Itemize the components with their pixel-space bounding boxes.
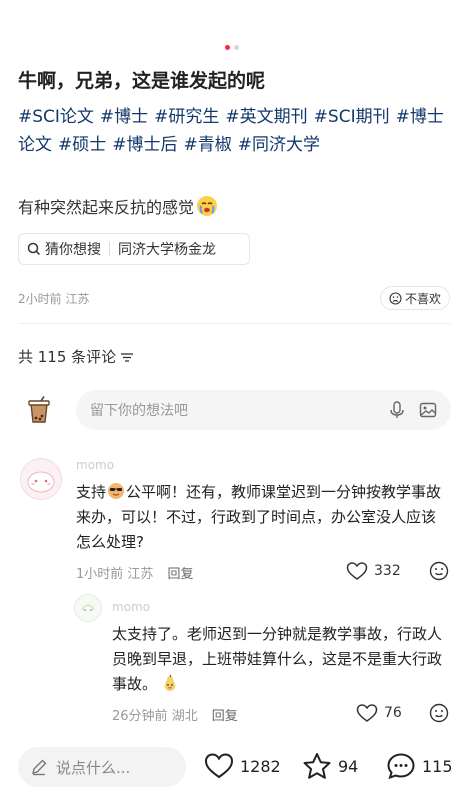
- my-avatar[interactable]: [26, 396, 52, 424]
- commenter-name[interactable]: momo: [112, 600, 150, 614]
- post-body-text: 有种突然起来反抗的感觉: [18, 198, 195, 217]
- search-icon: [27, 242, 41, 256]
- tag-link[interactable]: #SCI期刊: [314, 107, 390, 127]
- dislike-label: 不喜欢: [405, 291, 442, 306]
- tag-link[interactable]: #英文期刊: [225, 107, 307, 127]
- comment-reply-item: momo 太支持了。老师迟到一分钟就是教学事故，行政人员晚到早退，上班带娃算什么…: [0, 592, 469, 732]
- comment-bubble-icon: [387, 753, 415, 780]
- carousel-dot: [234, 45, 239, 50]
- post-meta: 2小时前 江苏: [18, 290, 89, 307]
- guess-search-chip[interactable]: 猜你想搜 同济大学杨金龙: [18, 233, 250, 265]
- comment-like-button[interactable]: 332: [346, 561, 401, 581]
- tag-link[interactable]: #研究生: [154, 107, 219, 127]
- more-options-icon[interactable]: [429, 561, 449, 581]
- comment-text-part: 支持: [76, 483, 107, 501]
- tag-link[interactable]: #博士后: [112, 135, 177, 155]
- like-count: 1282: [240, 756, 281, 776]
- comment-total-count: 115: [422, 756, 453, 776]
- tag-link[interactable]: #青椒: [184, 135, 232, 155]
- frown-face-icon: [389, 291, 402, 305]
- comment-item: momo 支持 公平啊！还有，教师课堂迟到一分钟按教学事故来办，可以！不过，行政…: [0, 450, 469, 590]
- collect-button[interactable]: 94: [302, 752, 358, 780]
- tag-link[interactable]: #硕士: [58, 135, 106, 155]
- post-time: 2小时前: [18, 292, 62, 306]
- comment-meta: 1小时前 江苏 回复: [76, 563, 193, 582]
- comment-time: 1小时前: [76, 567, 124, 582]
- dislike-button[interactable]: 不喜欢: [380, 286, 451, 310]
- image-icon[interactable]: [419, 401, 437, 419]
- carousel-dot-active: [225, 45, 230, 50]
- tag-link[interactable]: #同济大学: [238, 135, 320, 155]
- comment-input[interactable]: 留下你的想法吧: [76, 390, 451, 430]
- tag-link[interactable]: #SCI论文: [18, 107, 94, 127]
- comment-like-count: 76: [384, 705, 402, 721]
- cool-face-emoji-icon: [108, 483, 125, 499]
- post-title: 牛啊，兄弟，这是谁发起的呢: [18, 70, 266, 92]
- commenter-avatar[interactable]: [74, 594, 102, 622]
- search-chip-label: 猜你想搜: [45, 242, 101, 258]
- comment-location: 湖北: [171, 709, 198, 724]
- post-location: 江苏: [65, 292, 90, 306]
- comment-text: 支持 公平啊！还有，教师课堂迟到一分钟按教学事故来办，可以！不过，行政到了时间点…: [76, 480, 448, 555]
- comment-text: 太支持了。老师迟到一分钟就是教学事故，行政人员晚到早退，上班带娃算什么，这是不是…: [112, 622, 448, 697]
- commenter-avatar[interactable]: [20, 458, 62, 500]
- star-icon: [303, 753, 331, 779]
- search-chip-query[interactable]: 同济大学杨金龙: [118, 239, 216, 259]
- sort-icon[interactable]: [120, 351, 134, 363]
- pencil-icon: [32, 759, 47, 776]
- say-something-placeholder: 说点什么...: [56, 758, 131, 777]
- comment-meta: 26分钟前 湖北 回复: [112, 705, 238, 724]
- microphone-icon[interactable]: [389, 400, 405, 420]
- comment-time: 26分钟前: [112, 709, 168, 724]
- comment-like-count: 332: [374, 563, 401, 579]
- reply-button[interactable]: 回复: [212, 705, 238, 724]
- more-options-icon[interactable]: [429, 703, 449, 723]
- comment-count: 共 115 条评论: [18, 348, 117, 366]
- commenter-name[interactable]: momo: [76, 458, 114, 472]
- collect-count: 94: [338, 756, 359, 776]
- heart-icon: [356, 704, 378, 722]
- heart-icon: [346, 562, 368, 580]
- tag-link[interactable]: #博士: [100, 107, 148, 127]
- say-something-input[interactable]: 说点什么...: [18, 747, 186, 787]
- heart-icon: [204, 753, 234, 779]
- chip-divider: [109, 242, 110, 256]
- comment-button[interactable]: 115: [386, 752, 453, 780]
- pear-emoji-icon: [164, 674, 176, 691]
- post-tags: #SCI论文 #博士 #研究生 #英文期刊 #SCI期刊 #博士论文 #硕士 #博士后 #青椒 #…: [18, 103, 448, 159]
- divider: [18, 323, 451, 324]
- crying-emoji-icon: [197, 196, 218, 216]
- comment-text-part: 公平啊！还有，教师课堂迟到一分钟按教学事故来办，可以！不过，行政到了时间点，办公…: [76, 483, 442, 551]
- comment-location: 江苏: [127, 567, 154, 582]
- reply-button[interactable]: 回复: [167, 563, 193, 582]
- comment-count-header: 共 115 条评论: [18, 346, 134, 367]
- post-body: 有种突然起来反抗的感觉: [18, 194, 218, 218]
- comment-input-placeholder: 留下你的想法吧: [90, 403, 188, 419]
- comment-like-button[interactable]: 76: [356, 703, 402, 723]
- carousel-indicator: [225, 45, 239, 50]
- like-button[interactable]: 1282: [204, 752, 281, 780]
